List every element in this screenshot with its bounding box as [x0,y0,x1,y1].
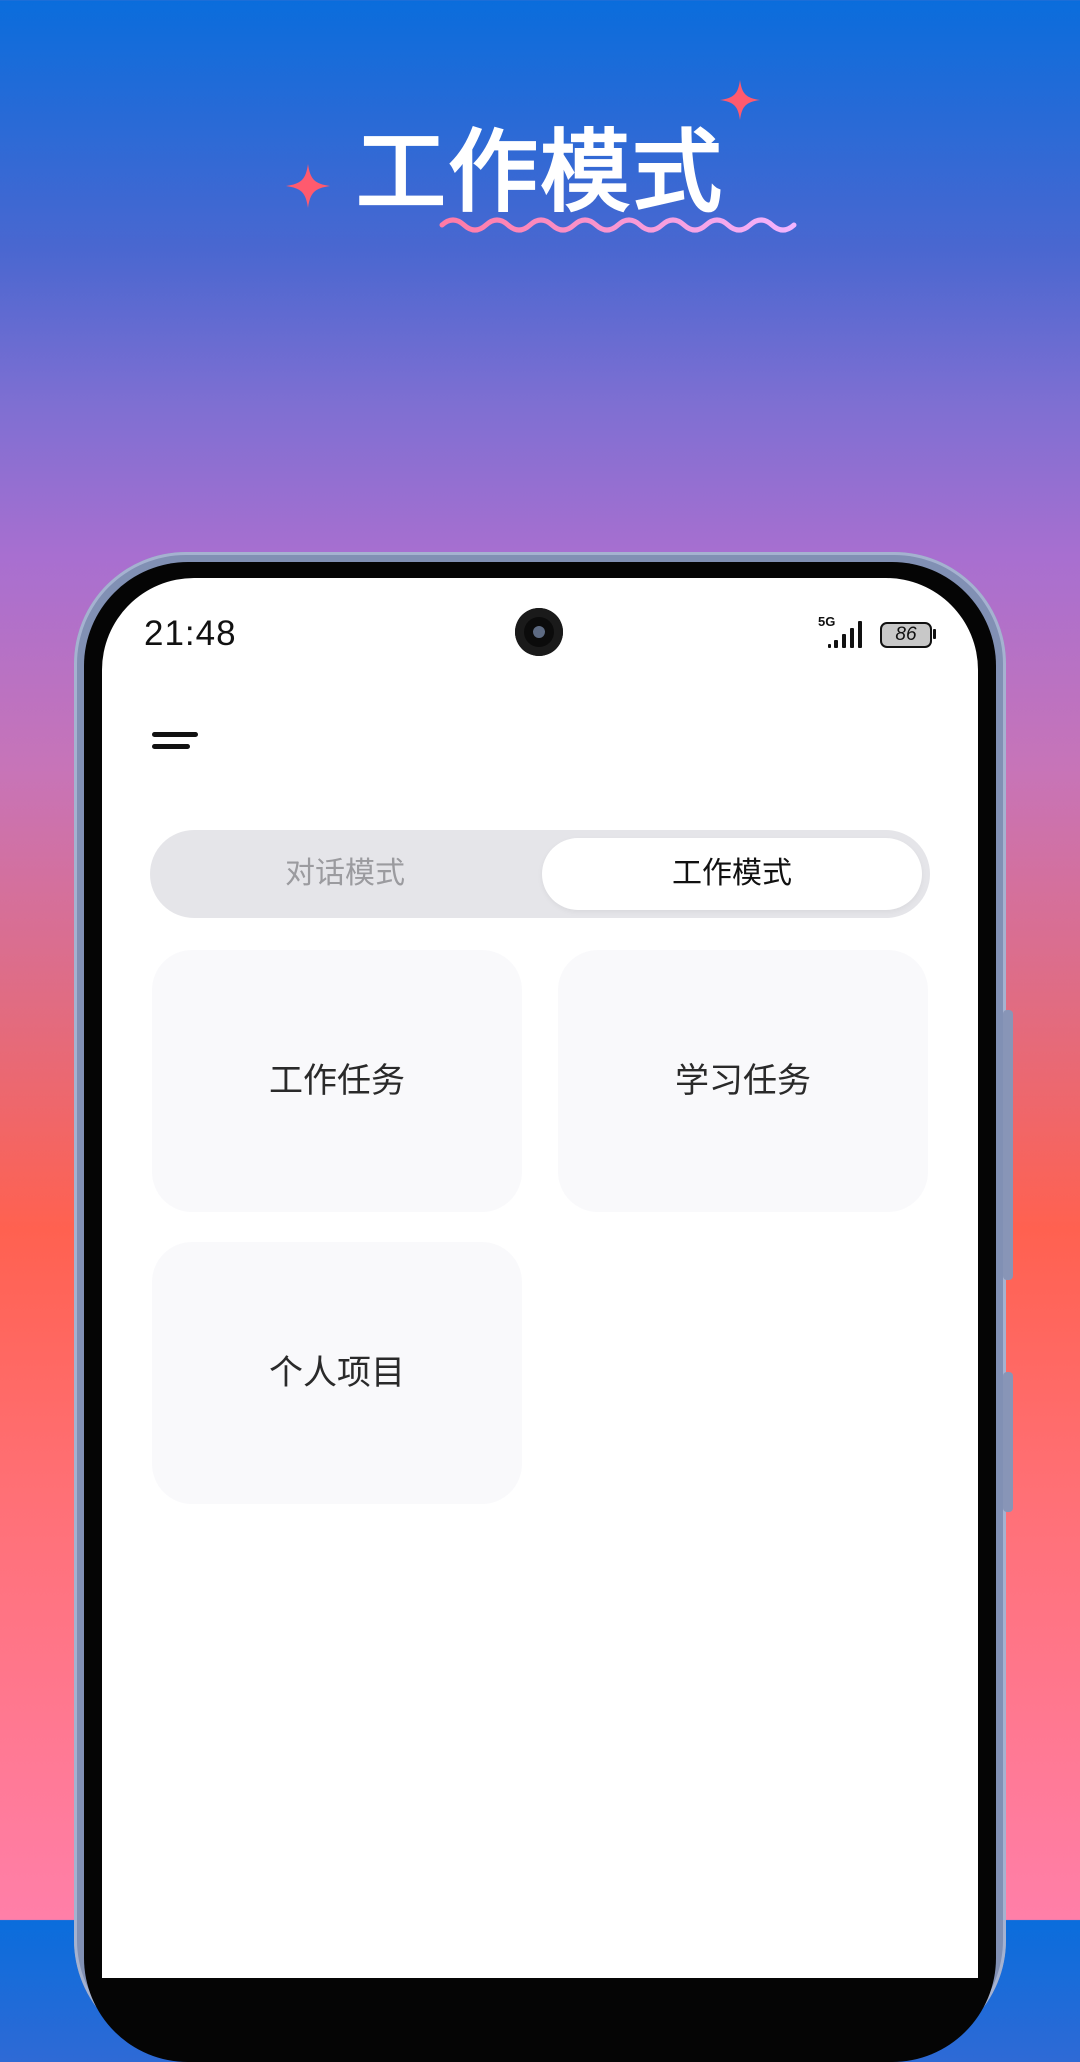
wavy-underline [439,217,797,233]
tab-work-mode[interactable]: 工作模式 [542,838,922,910]
signal-icon [828,621,862,648]
menu-icon[interactable] [152,728,202,758]
phone-side-button [1003,1010,1013,1280]
tab-chat-mode[interactable]: 对话模式 [150,838,540,910]
sparkle-icon [720,80,760,120]
mode-switch: 对话模式 工作模式 [150,830,930,918]
front-camera [515,608,563,656]
card-work-tasks[interactable]: 工作任务 [152,950,522,1212]
card-study-tasks[interactable]: 学习任务 [558,950,928,1212]
phone-screen: 21:48 5G 86 对话模式 工作模式 工作任务 学习任务 个人项目 [102,578,978,1978]
battery-tip [933,629,936,639]
status-time: 21:48 [144,614,237,653]
card-personal-projects[interactable]: 个人项目 [152,1242,522,1504]
battery-icon: 86 [880,622,932,648]
status-icons: 5G 86 [818,614,938,652]
sparkle-icon [286,164,330,208]
phone-side-button [1003,1372,1013,1512]
